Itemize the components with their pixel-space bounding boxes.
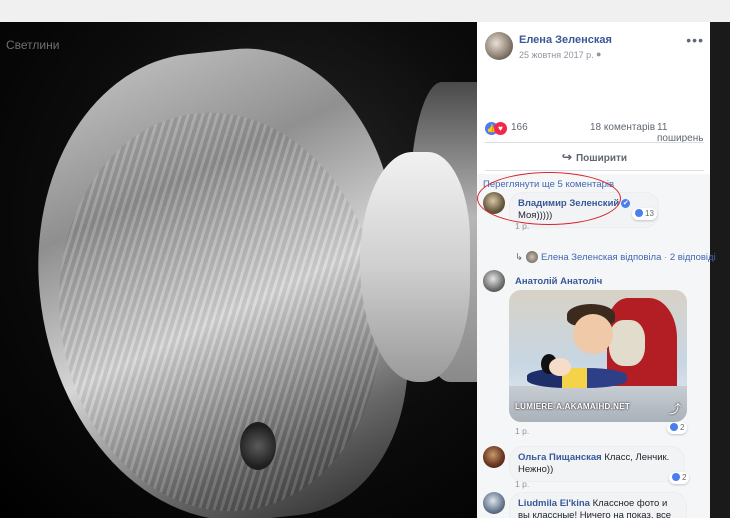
top-bar xyxy=(0,0,730,22)
gif-share-icon[interactable]: ⤴ xyxy=(669,400,681,417)
reaction-count[interactable]: 166 xyxy=(511,122,528,133)
share-button-label: Поширити xyxy=(575,153,628,164)
reply-count: 2 відповіді xyxy=(669,252,716,263)
viewer-edge xyxy=(710,22,730,518)
commenter-name[interactable]: Liudmila El'kina xyxy=(518,498,590,509)
gif-prince-face xyxy=(573,314,613,354)
reply-author-avatar xyxy=(525,251,538,263)
post-header: Елена Зеленская 25 жовтня 2017 р. ● ••• xyxy=(485,32,704,72)
author-name[interactable]: Елена Зеленская xyxy=(519,34,612,46)
comment-like-count: 2 xyxy=(682,473,687,482)
gif-snow-white-dress xyxy=(527,368,627,388)
post-sidebar: Елена Зеленская 25 жовтня 2017 р. ● ••• … xyxy=(477,22,716,518)
gif-attachment[interactable]: LUMIERE-A.AKAMAIHD.NET ⤴ xyxy=(509,290,687,422)
commenter-name[interactable]: Ольга Пищанская xyxy=(518,452,602,463)
comment-item: Анатолій Анатоліч LUMIERE-A.AKAMAIHD.NET… xyxy=(483,270,703,440)
photo-header-text: Светлини xyxy=(6,38,60,52)
post-date[interactable]: 25 жовтня 2017 р. xyxy=(519,50,594,60)
divider xyxy=(485,170,704,171)
love-icon[interactable]: ♥ xyxy=(494,122,507,135)
comment-item: Ольга Пищанская Класс, Ленчик. Нежно)) 2… xyxy=(483,446,703,489)
commenter-avatar[interactable] xyxy=(483,270,505,292)
more-options-icon[interactable]: ••• xyxy=(686,32,704,48)
comment-text: Моя))))) xyxy=(518,210,553,221)
share-arrow-icon: ↪ xyxy=(561,150,572,164)
comment-like-badge[interactable]: 2 xyxy=(667,422,688,434)
commenter-name[interactable]: Владимир Зеленский xyxy=(518,198,619,209)
comments-section: Переглянути ще 5 коментарів Владимир Зел… xyxy=(477,174,716,518)
divider xyxy=(485,142,704,143)
like-icon xyxy=(635,209,643,217)
commenter-name-row: Анатолій Анатоліч xyxy=(515,276,602,287)
comment-like-badge[interactable]: 2 xyxy=(669,472,690,484)
view-more-comments-link[interactable]: Переглянути ще 5 коментарів xyxy=(483,179,614,190)
comment-item: Liudmila El'kina Классное фото и вы клас… xyxy=(483,492,703,518)
comment-like-count: 2 xyxy=(680,423,685,432)
reply-author-label: Елена Зеленская відповіла xyxy=(540,252,662,263)
commenter-name[interactable]: Анатолій Анатоліч xyxy=(515,276,602,287)
photo-woman-face xyxy=(360,152,470,382)
comment-time[interactable]: 1 р. xyxy=(515,221,529,231)
reply-arrow-icon: ↳ xyxy=(515,252,523,263)
comment-like-badge[interactable]: 13 xyxy=(632,208,657,220)
comment-item: Владимир Зеленский ✔ Моя))))) 13 1 р. xyxy=(483,192,703,242)
comment-bubble: Liudmila El'kina Классное фото и вы клас… xyxy=(509,492,687,518)
commenter-avatar[interactable] xyxy=(483,192,505,214)
photo-earring xyxy=(240,422,276,470)
author-avatar[interactable] xyxy=(485,32,513,60)
share-button[interactable]: ↪ Поширити xyxy=(485,147,704,167)
reactions-bar: 👍 ♥ 166 18 коментарів 11 поширень xyxy=(485,121,704,144)
like-icon xyxy=(672,473,680,481)
comments-count-link[interactable]: 18 коментарів xyxy=(590,122,655,133)
commenter-avatar[interactable] xyxy=(483,492,505,514)
globe-icon: ● xyxy=(596,49,602,59)
shares-count-link[interactable]: 11 поширень xyxy=(657,122,704,144)
commenter-avatar[interactable] xyxy=(483,446,505,468)
comment-bubble: Ольга Пищанская Класс, Ленчик. Нежно)) xyxy=(509,446,685,482)
gif-source-caption: LUMIERE-A.AKAMAIHD.NET xyxy=(515,402,631,411)
verified-badge-icon: ✔ xyxy=(621,199,631,208)
comment-time[interactable]: 1 р. xyxy=(515,479,529,489)
post-photo[interactable]: Светлини xyxy=(0,22,477,518)
comment-like-count: 13 xyxy=(645,209,654,218)
reply-separator: · xyxy=(664,252,668,263)
view-replies-link[interactable]: ↳ Елена Зеленская відповіла · 2 відповіді xyxy=(515,251,716,263)
like-icon xyxy=(670,423,678,431)
gif-snow-white-face xyxy=(549,358,571,376)
comment-time[interactable]: 1 р. xyxy=(515,426,529,436)
gif-prince-sleeve xyxy=(609,320,645,366)
